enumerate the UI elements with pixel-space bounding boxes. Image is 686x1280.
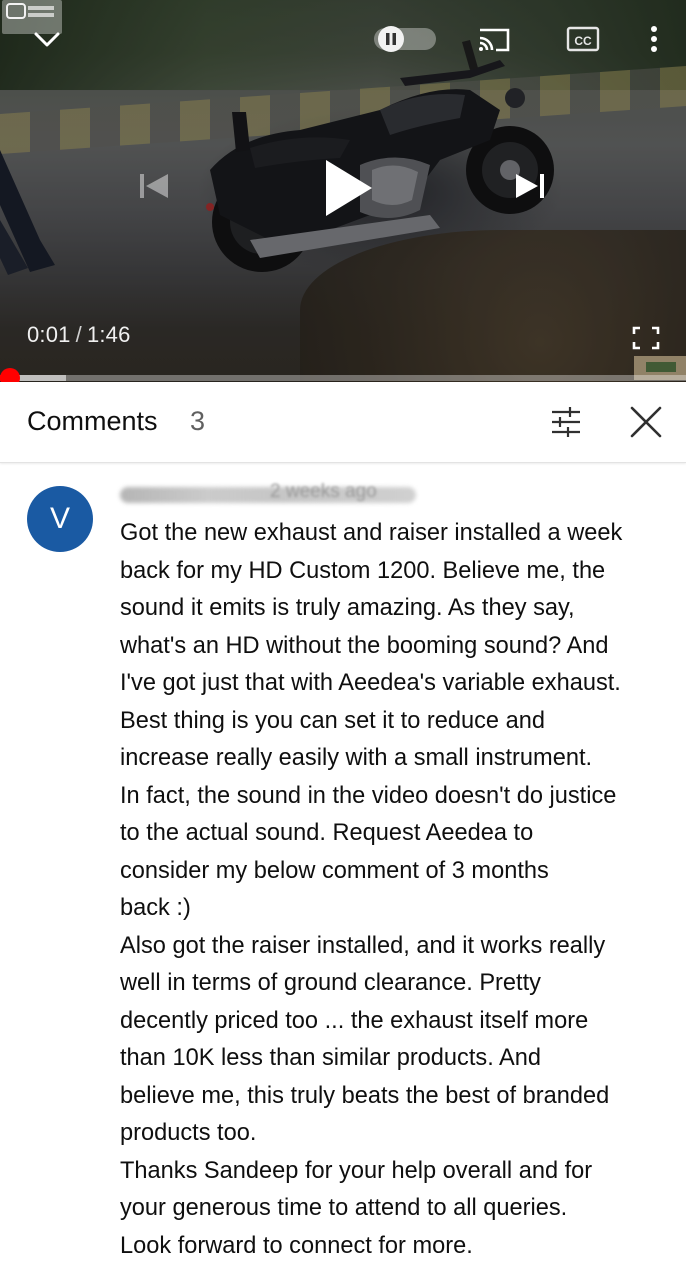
skip-next-icon[interactable]	[510, 166, 550, 206]
current-time: 0:01	[27, 322, 71, 347]
comment-line: decently priced too ... the exhaust itse…	[120, 1007, 589, 1034]
more-vert-icon[interactable]	[644, 22, 664, 56]
avatar[interactable]: V	[27, 486, 93, 552]
comment-line: back for my HD Custom 1200. Believe me, …	[120, 557, 606, 584]
comments-count: 3	[190, 406, 206, 436]
duration: 1:46	[86, 322, 131, 347]
comment-line: well in terms of ground clearance. Prett…	[120, 970, 541, 996]
fullscreen-icon[interactable]	[630, 324, 662, 352]
play-icon[interactable]	[318, 156, 378, 220]
cast-icon[interactable]	[476, 24, 512, 54]
comment-line: your generous time to attend to all quer…	[120, 1195, 568, 1221]
comment-line: than 10K less than similar products. And	[120, 1045, 541, 1071]
closed-captions-icon[interactable]: CC	[566, 24, 600, 54]
comment-line: products too.	[120, 1120, 257, 1146]
comment-line: I've got just that with Aeedea's variabl…	[120, 670, 621, 696]
comment-line: In fact, the sound in the video doesn't …	[120, 782, 617, 809]
captions-label: CC	[574, 34, 592, 48]
sort-filter-icon[interactable]	[546, 402, 586, 442]
comment-line: Look forward to connect for more.	[120, 1232, 473, 1259]
comment-line: consider my below comment of 3 months	[120, 857, 549, 884]
comments-title: Comments	[27, 406, 158, 436]
comment-line: back :)	[120, 895, 191, 921]
progress-bar[interactable]	[0, 375, 686, 381]
comment-line: increase really easily with a small inst…	[120, 745, 593, 771]
autoplay-toggle-icon[interactable]	[374, 26, 436, 52]
comment-line: believe me, this truly beats the best of…	[120, 1082, 610, 1109]
comment-line: Also got the raiser installed, and it wo…	[120, 932, 606, 959]
comment-line: sound it emits is truly amazing. As they…	[120, 595, 575, 621]
comment-author-meta: 2 weeks ago	[120, 481, 420, 505]
comment-line: to the actual sound. Request Aeedea to	[120, 820, 534, 846]
close-icon[interactable]	[626, 402, 666, 442]
comment-line: Thanks Sandeep for your help overall and…	[120, 1157, 593, 1184]
time-separator: /	[75, 322, 82, 347]
comments-header: Comments 3	[0, 382, 686, 463]
video-time: 0:01/1:46	[27, 322, 131, 348]
chevron-down-icon[interactable]	[30, 24, 64, 54]
video-player[interactable]: CC 0:01/1:46	[0, 0, 686, 382]
comment-line: Best thing is you can set it to reduce a…	[120, 707, 545, 734]
comment-line: Got the new exhaust and raiser installed…	[120, 520, 623, 546]
skip-previous-icon[interactable]	[134, 166, 174, 206]
comment-line: what's an HD without the booming sound? …	[120, 632, 609, 659]
comment-text: Got the new exhaust and raiser installed…	[120, 515, 680, 1265]
comment-timestamp: 2 weeks ago	[270, 481, 377, 502]
